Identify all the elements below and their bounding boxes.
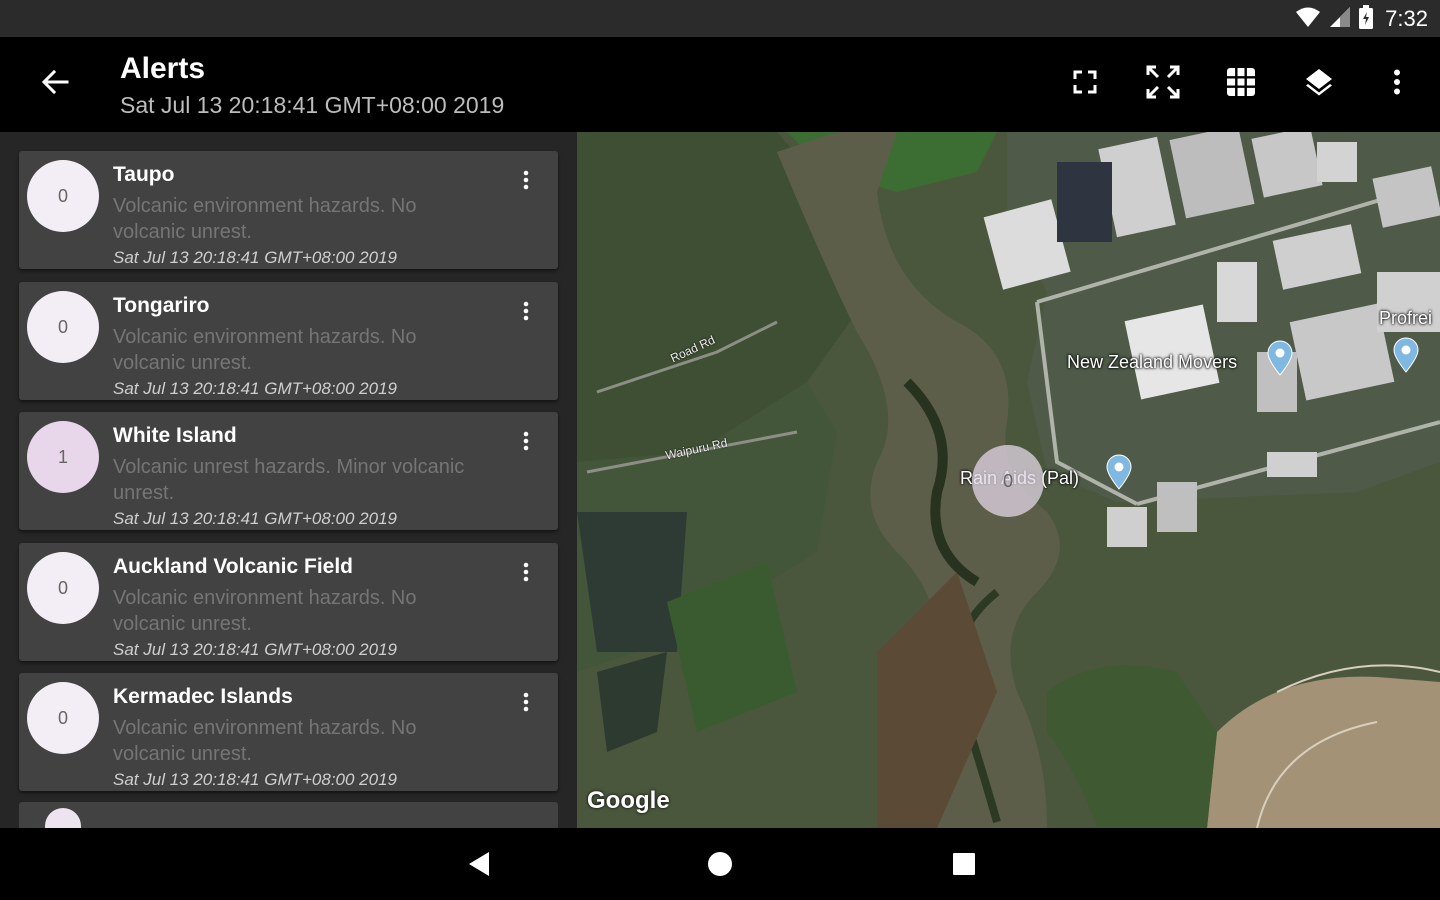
alert-description: Volcanic environment hazards. No volcani… (113, 717, 417, 765)
alert-name: Taupo (113, 163, 175, 186)
more-options-button[interactable] (1374, 61, 1420, 107)
alert-description: Volcanic environment hazards. No volcani… (113, 587, 417, 635)
alert-name: Tongariro (113, 294, 210, 317)
layers-button[interactable] (1296, 61, 1342, 107)
alert-level-badge: 0 (27, 682, 99, 754)
alert-date: Sat Jul 13 20:18:41 GMT+08:00 2019 (113, 379, 398, 398)
alert-description: Volcanic environment hazards. No volcani… (113, 195, 417, 243)
nav-home-button[interactable] (700, 846, 740, 886)
grid-icon (1226, 67, 1256, 102)
alert-card[interactable]: 0 Taupo Volcanic environment hazards. No… (19, 151, 558, 269)
alert-menu-button[interactable] (514, 167, 538, 197)
alert-level-badge: 0 (27, 160, 99, 232)
status-bar: 7:32 (0, 0, 1440, 37)
battery-icon (1359, 4, 1374, 34)
map-pin-icon[interactable] (1392, 337, 1420, 373)
more-vert-icon (523, 431, 529, 456)
alert-date: Sat Jul 13 20:18:41 GMT+08:00 2019 (113, 770, 398, 789)
alert-name: White Island (113, 424, 237, 447)
status-time: 7:32 (1385, 6, 1428, 31)
navigation-bar (0, 828, 1440, 900)
map-marker-cluster[interactable]: 0 (972, 445, 1044, 517)
map-pin-icon[interactable] (1266, 340, 1294, 376)
alert-date: Sat Jul 13 20:18:41 GMT+08:00 2019 (113, 640, 398, 659)
more-vert-icon (523, 301, 529, 326)
arrow-back-icon (41, 68, 69, 101)
fullscreen-button[interactable] (1062, 61, 1108, 107)
alert-menu-button[interactable] (514, 298, 538, 328)
place-label[interactable]: Profrei (1379, 308, 1432, 329)
alert-description: Volcanic environment hazards. No volcani… (113, 326, 417, 374)
alert-level-badge (45, 808, 81, 828)
more-vert-icon (523, 692, 529, 717)
fullscreen-icon (1073, 70, 1097, 99)
alerts-list[interactable]: 0 Taupo Volcanic environment hazards. No… (0, 132, 577, 828)
nav-back-button[interactable] (459, 846, 499, 886)
layers-icon (1304, 67, 1334, 102)
app-bar: Alerts Sat Jul 13 20:18:41 GMT+08:00 201… (0, 37, 1440, 132)
more-vert-icon (523, 170, 529, 195)
back-button[interactable] (30, 62, 80, 106)
wifi-icon (1295, 6, 1321, 33)
status-icons: 7:32 (1295, 4, 1428, 34)
nav-recents-button[interactable] (944, 846, 984, 886)
place-label[interactable]: New Zealand Movers (1067, 352, 1237, 373)
alert-menu-button[interactable] (514, 428, 538, 458)
alert-card[interactable]: 0 Kermadec Islands Volcanic environment … (19, 673, 558, 791)
alert-level-badge: 0 (27, 291, 99, 363)
alert-card[interactable]: 0 Auckland Volcanic Field Volcanic envir… (19, 543, 558, 661)
zoom-fit-button[interactable] (1140, 61, 1186, 107)
alert-level-badge: 1 (27, 421, 99, 493)
alert-level-badge: 0 (27, 552, 99, 624)
toolbar (1030, 61, 1420, 107)
alert-description: Volcanic unrest hazards. Minor volcanic … (113, 456, 465, 504)
nav-recents-icon (952, 852, 976, 881)
alert-card[interactable]: 1 White Island Volcanic unrest hazards. … (19, 412, 558, 530)
alert-menu-button[interactable] (514, 689, 538, 719)
alert-name: Auckland Volcanic Field (113, 555, 354, 578)
map-pin-icon[interactable] (1105, 454, 1133, 490)
map-view[interactable]: Road Rd Waipuru Rd New Zealand Movers Pr… (577, 132, 1440, 828)
alert-menu-button[interactable] (514, 559, 538, 589)
alert-date: Sat Jul 13 20:18:41 GMT+08:00 2019 (113, 509, 398, 528)
alert-card-partial[interactable] (19, 802, 558, 828)
alert-date: Sat Jul 13 20:18:41 GMT+08:00 2019 (113, 248, 398, 267)
nav-back-icon (467, 851, 491, 882)
alert-name: Kermadec Islands (113, 685, 293, 708)
page-subtitle: Sat Jul 13 20:18:41 GMT+08:00 2019 (120, 92, 505, 118)
grid-button[interactable] (1218, 61, 1264, 107)
google-logo: Google (587, 787, 670, 814)
page-title: Alerts (120, 52, 206, 85)
more-vert-icon (523, 562, 529, 587)
zoom-fit-icon (1146, 65, 1180, 104)
nav-home-icon (707, 851, 733, 882)
more-vert-icon (1393, 69, 1401, 100)
cell-signal-icon (1329, 6, 1351, 33)
alert-card[interactable]: 0 Tongariro Volcanic environment hazards… (19, 282, 558, 400)
